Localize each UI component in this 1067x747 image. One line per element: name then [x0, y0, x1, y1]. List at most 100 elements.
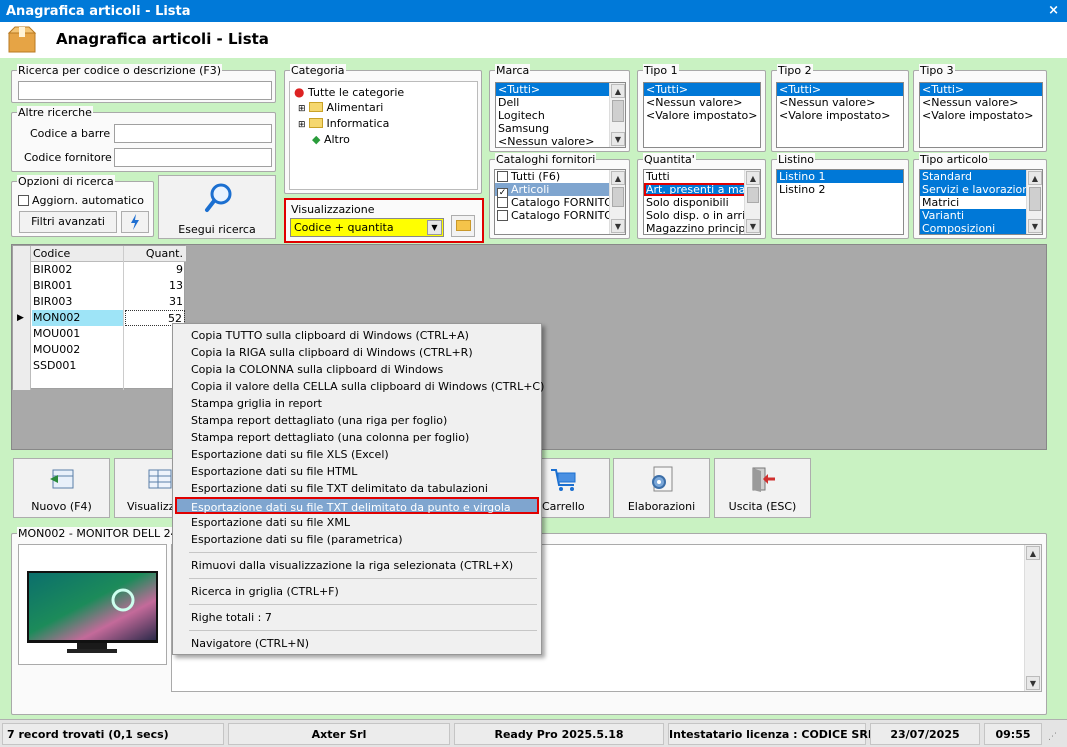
menu-item-export-xml[interactable]: Esportazione dati su file XML — [173, 514, 541, 531]
brand-item[interactable]: Dell — [496, 96, 625, 109]
barcode-input[interactable] — [114, 124, 272, 143]
scrollbar[interactable]: ▲ ▼ — [1024, 545, 1041, 691]
table-row-code[interactable]: MOU001 — [33, 326, 123, 342]
view-button[interactable]: Visualizz — [114, 458, 174, 518]
type2-item[interactable]: <Nessun valore> — [777, 96, 903, 109]
elaborations-button[interactable]: Elaborazioni — [613, 458, 710, 518]
brand-item[interactable]: Samsung — [496, 122, 625, 135]
column-header-qty[interactable]: Quant. — [125, 246, 183, 262]
type1-item[interactable]: <Valore impostato> — [644, 109, 760, 122]
quantity-item-selected[interactable]: Art. presenti a maga — [644, 183, 760, 196]
scroll-up-icon[interactable]: ▲ — [611, 84, 625, 98]
type1-list[interactable]: <Tutti> <Nessun valore> <Valore impostat… — [643, 82, 761, 148]
checkbox-box[interactable] — [18, 195, 29, 206]
column-header-code[interactable]: Codice — [33, 246, 123, 262]
table-row-code[interactable]: BIR001 — [33, 278, 123, 294]
scroll-down-icon[interactable]: ▼ — [1028, 219, 1042, 233]
scroll-thumb[interactable] — [747, 187, 759, 203]
expand-icon[interactable]: ⊞ — [298, 120, 306, 130]
cart-button[interactable]: Carrello — [540, 458, 610, 518]
catalog-item[interactable]: Catalogo FORNITOR — [495, 209, 625, 222]
scroll-down-icon[interactable]: ▼ — [1026, 676, 1040, 690]
catalog-item[interactable]: ✓ Articoli — [495, 183, 625, 199]
brand-item[interactable]: <Nessun valore> — [496, 135, 625, 147]
article-type-list[interactable]: Standard Servizi e lavorazioni Matrici V… — [919, 169, 1043, 235]
data-grid[interactable]: Codice Quant. BIR002 9 BIR001 13 BIR003 … — [12, 245, 186, 390]
menu-item-print-row-report[interactable]: Stampa report dettagliato (una riga per … — [173, 412, 541, 429]
type3-list[interactable]: <Tutti> <Nessun valore> <Valore impostat… — [919, 82, 1043, 148]
quantity-list[interactable]: Tutti Art. presenti a maga Solo disponib… — [643, 169, 761, 235]
menu-item-copy-row[interactable]: Copia la RIGA sulla clipboard di Windows… — [173, 344, 541, 361]
type1-item[interactable]: <Nessun valore> — [644, 96, 760, 109]
table-row-qty[interactable]: 31 — [125, 294, 183, 310]
scroll-up-icon[interactable]: ▲ — [1028, 171, 1042, 185]
checkbox-box[interactable] — [497, 210, 508, 221]
pricelist-list[interactable]: Listino 1 Listino 2 — [776, 169, 904, 235]
brand-item[interactable]: Logitech — [496, 109, 625, 122]
menu-item-export-parametric[interactable]: Esportazione dati su file (parametrica) — [173, 531, 541, 548]
brand-item[interactable]: <Tutti> — [496, 83, 625, 96]
menu-item-find[interactable]: Ricerca in griglia (CTRL+F) — [173, 583, 541, 600]
pricelist-item[interactable]: Listino 2 — [777, 183, 903, 196]
table-row-qty[interactable]: 9 — [125, 262, 183, 278]
expand-icon[interactable]: ⊞ — [298, 104, 306, 114]
checkbox-box[interactable] — [497, 171, 508, 182]
scroll-down-icon[interactable]: ▼ — [611, 219, 625, 233]
scroll-thumb[interactable] — [612, 187, 624, 207]
scrollbar[interactable]: ▲ ▼ — [609, 170, 625, 234]
article-type-item[interactable]: Varianti — [920, 209, 1042, 222]
type3-item[interactable]: <Nessun valore> — [920, 96, 1042, 109]
tree-item-altro[interactable]: ◆ Altro — [312, 133, 350, 146]
table-row-code[interactable]: MOU002 — [33, 342, 123, 358]
menu-item-remove-row[interactable]: Rimuovi dalla visualizzazione la riga se… — [173, 557, 541, 574]
close-icon[interactable]: × — [1048, 3, 1059, 18]
scroll-down-icon[interactable]: ▼ — [611, 132, 625, 146]
tree-item-alimentari[interactable]: ⊞ Alimentari — [298, 101, 383, 114]
article-type-item[interactable]: Servizi e lavorazioni — [920, 183, 1042, 196]
scroll-thumb[interactable] — [612, 100, 624, 122]
checkbox-box[interactable] — [497, 197, 508, 208]
search-input[interactable] — [18, 81, 272, 100]
type1-item[interactable]: <Tutti> — [644, 83, 760, 96]
menu-item-print-grid[interactable]: Stampa griglia in report — [173, 395, 541, 412]
scrollbar[interactable]: ▲ ▼ — [609, 83, 625, 147]
resize-grip-icon[interactable]: ⋰ — [1048, 732, 1057, 742]
article-type-item[interactable]: Matrici — [920, 196, 1042, 209]
menu-item-copy-all[interactable]: Copia TUTTO sulla clipboard di Windows (… — [173, 327, 541, 344]
scroll-up-icon[interactable]: ▲ — [746, 171, 760, 185]
menu-item-navigator[interactable]: Navigatore (CTRL+N) — [173, 635, 541, 652]
scrollbar[interactable]: ▲ ▼ — [1026, 170, 1042, 234]
menu-item-export-xls[interactable]: Esportazione dati su file XLS (Excel) — [173, 446, 541, 463]
new-button[interactable]: Nuovo (F4) — [13, 458, 110, 518]
article-type-item[interactable]: Standard — [920, 170, 1042, 183]
type2-item[interactable]: <Tutti> — [777, 83, 903, 96]
menu-item-export-txt-semicolon[interactable]: Esportazione dati su file TXT delimitato… — [175, 497, 539, 514]
scroll-up-icon[interactable]: ▲ — [611, 171, 625, 185]
tree-item-informatica[interactable]: ⊞ Informatica — [298, 117, 389, 130]
catalog-item[interactable]: Tutti (F6) — [495, 170, 625, 183]
catalog-item[interactable]: Catalogo FORNITOR — [495, 196, 625, 209]
type2-item[interactable]: <Valore impostato> — [777, 109, 903, 122]
pricelist-item[interactable]: Listino 1 — [777, 170, 903, 183]
tree-root[interactable]: ● Tutte le categorie — [294, 85, 404, 99]
menu-item-copy-cell[interactable]: Copia il valore della CELLA sulla clipbo… — [173, 378, 544, 395]
menu-item-export-txt-tab[interactable]: Esportazione dati su file TXT delimitato… — [173, 480, 541, 497]
category-tree[interactable]: ● Tutte le categorie ⊞ Alimentari ⊞ Info… — [289, 81, 478, 190]
quantity-item[interactable]: Magazzino principale — [644, 222, 760, 234]
menu-item-print-column-report[interactable]: Stampa report dettagliato (una colonna p… — [173, 429, 541, 446]
menu-item-total-rows[interactable]: Righe totali : 7 — [173, 609, 541, 626]
open-folder-button[interactable] — [451, 215, 475, 237]
scroll-down-icon[interactable]: ▼ — [746, 219, 760, 233]
supplier-code-input[interactable] — [114, 148, 272, 167]
chevron-down-icon[interactable]: ▼ — [427, 220, 442, 235]
table-row-code[interactable]: SSD001 — [33, 358, 123, 374]
scrollbar[interactable]: ▲ ▼ — [744, 170, 760, 234]
execute-search-button[interactable]: Esegui ricerca — [158, 175, 276, 239]
advanced-filters-button[interactable]: Filtri avanzati — [19, 211, 117, 233]
quantity-item[interactable]: Solo disp. o in arrivo — [644, 209, 760, 222]
view-select[interactable]: Codice + quantita ▼ — [290, 218, 444, 237]
menu-item-export-html[interactable]: Esportazione dati su file HTML — [173, 463, 541, 480]
table-row-code[interactable]: BIR003 — [33, 294, 123, 310]
catalogs-list[interactable]: Tutti (F6) ✓ Articoli Catalogo FORNITOR C… — [494, 169, 626, 235]
type3-item[interactable]: <Tutti> — [920, 83, 1042, 96]
